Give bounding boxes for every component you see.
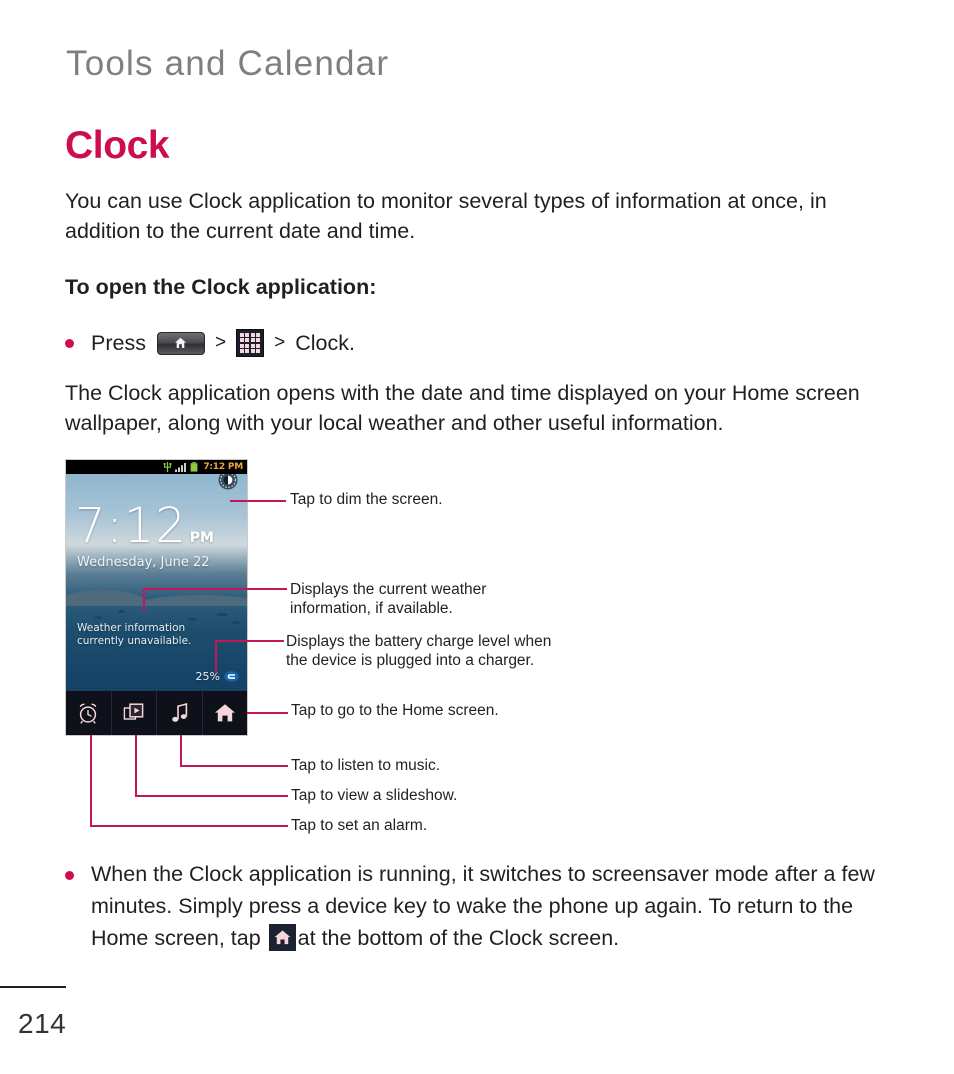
phone-clock-time: 7:12 PM xyxy=(75,498,214,554)
dock-item-home[interactable] xyxy=(203,691,248,735)
clock-target-label: Clock. xyxy=(295,330,355,355)
callout-weather: Displays the current weather information… xyxy=(290,581,487,617)
phone-dock xyxy=(66,691,247,735)
hill-shape xyxy=(136,595,247,606)
leader-line-music-horizontal xyxy=(180,765,288,767)
phone-clock-date: Wednesday, June 22 xyxy=(77,555,210,570)
footer-divider xyxy=(0,986,66,988)
water-speck xyxy=(118,610,125,613)
home-icon[interactable] xyxy=(268,924,296,951)
callout-battery: Displays the battery charge level when t… xyxy=(286,633,552,669)
home-icon xyxy=(214,704,235,722)
leader-line-slideshow-vertical xyxy=(135,730,137,796)
callout-dim-screen: Tap to dim the screen. xyxy=(290,491,443,508)
leader-line-battery-vertical xyxy=(215,640,217,673)
home-key-icon[interactable] xyxy=(156,331,205,355)
leader-line-slideshow-horizontal xyxy=(135,795,288,797)
slideshow-icon xyxy=(123,703,144,720)
separator-2: > xyxy=(274,332,286,353)
leader-line-weather-vertical xyxy=(143,588,145,613)
leader-line-alarm-horizontal xyxy=(90,825,288,827)
phone-clock-ampm: PM xyxy=(189,530,214,546)
water-speck xyxy=(94,616,103,619)
screensaver-text-after: at the bottom of the Clock screen. xyxy=(297,926,620,950)
water-speck xyxy=(232,621,240,624)
bullet-dot-icon xyxy=(65,338,74,348)
phone-weather-text: Weather information currently unavailabl… xyxy=(77,622,192,647)
separator-1: > xyxy=(214,332,227,353)
leader-line-weather-horizontal xyxy=(143,588,287,590)
screensaver-bullet-text: When the Clock application is running, i… xyxy=(91,858,910,954)
music-note-icon xyxy=(172,702,188,722)
intro-paragraph: You can use Clock application to monitor… xyxy=(65,189,827,243)
callout-home-screen: Tap to go to the Home screen. xyxy=(291,702,499,719)
dock-item-alarm[interactable] xyxy=(66,691,112,735)
battery-icon xyxy=(190,462,198,472)
dock-item-music[interactable] xyxy=(157,691,203,735)
leader-line-music-vertical xyxy=(180,730,182,767)
press-instruction-bullet: Press > > Clock. xyxy=(65,327,355,359)
water-speck xyxy=(188,618,197,621)
signal-bars-icon xyxy=(175,463,187,472)
phone-status-bar: 7:12 PM xyxy=(66,460,247,474)
leader-line-home xyxy=(246,712,288,714)
screensaver-bullet: When the Clock application is running, i… xyxy=(65,858,910,954)
dock-item-slideshow[interactable] xyxy=(112,691,157,735)
phone-battery-indicator: 25% xyxy=(196,670,239,683)
clock-opens-paragraph: The Clock application opens with the dat… xyxy=(65,381,860,435)
usb-sync-icon xyxy=(163,462,172,472)
leader-line-dim xyxy=(230,500,286,502)
bullet-dot-icon xyxy=(65,871,74,880)
callout-music: Tap to listen to music. xyxy=(291,757,441,774)
manual-page: Tools and Calendar Clock You can use Clo… xyxy=(0,0,954,1074)
press-label: Press xyxy=(91,330,146,355)
chapter-heading: Tools and Calendar xyxy=(66,44,390,83)
callout-slideshow: Tap to view a slideshow. xyxy=(291,787,458,804)
phone-screenshot: 7:12 PM 7:12 PM Wednesday, June 22 Weath… xyxy=(65,459,248,736)
leader-line-battery-horizontal xyxy=(215,640,284,642)
page-number: 214 xyxy=(18,1008,67,1039)
section-title: Clock xyxy=(65,124,170,167)
charging-icon xyxy=(224,671,239,682)
open-clock-heading: To open the Clock application: xyxy=(65,275,377,299)
phone-status-time: 7:12 PM xyxy=(203,462,243,472)
water-speck xyxy=(216,613,228,616)
leader-line-alarm-vertical xyxy=(90,730,92,826)
callout-alarm: Tap to set an alarm. xyxy=(291,817,428,834)
alarm-clock-icon xyxy=(79,703,97,724)
apps-grid-icon[interactable] xyxy=(236,329,265,357)
